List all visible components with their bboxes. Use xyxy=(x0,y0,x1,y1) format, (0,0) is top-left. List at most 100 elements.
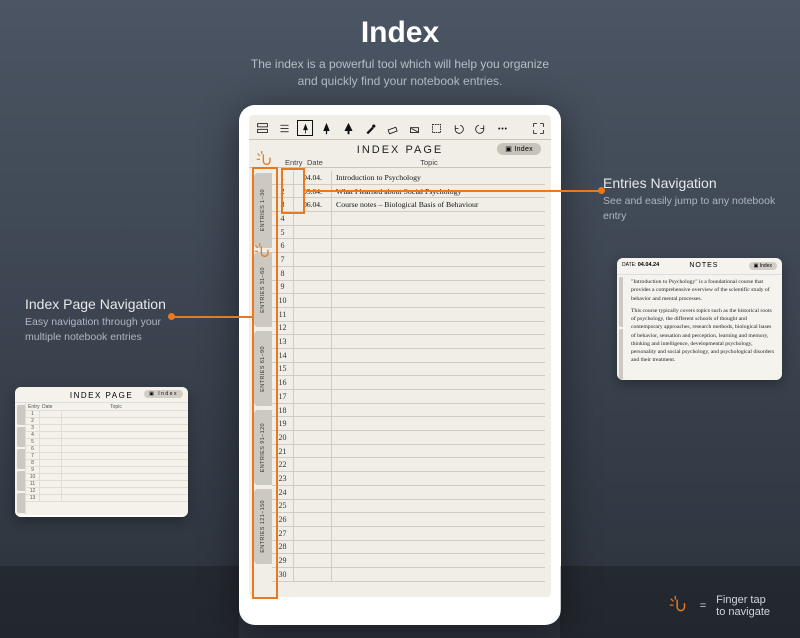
subtitle-line: The index is a powerful tool which will … xyxy=(251,57,549,71)
mini-date-label: DATE: xyxy=(622,262,636,268)
table-row[interactable]: 18 xyxy=(272,404,545,418)
table-row[interactable]: 22 xyxy=(272,458,545,472)
table-row[interactable]: 29 xyxy=(272,554,545,568)
sidebar-tab[interactable]: ENTRIES 91–120 xyxy=(254,410,272,485)
row-number: 23 xyxy=(272,472,294,485)
row-date xyxy=(294,335,332,348)
row-date xyxy=(294,390,332,403)
page-subtitle: The index is a powerful tool which will … xyxy=(0,56,800,91)
table-row: 3 xyxy=(26,425,188,432)
table-row[interactable]: 5 xyxy=(272,226,545,240)
pen-thick-icon[interactable] xyxy=(339,119,357,137)
table-row[interactable]: 9 xyxy=(272,281,545,295)
table-row: 13 xyxy=(26,495,188,502)
layers-icon[interactable] xyxy=(253,119,271,137)
table-row[interactable]: 16 xyxy=(272,376,545,390)
table-row[interactable]: 26 xyxy=(272,513,545,527)
preview-index-page: INDEX PAGE ▣ Index Entry Date Topic 1234… xyxy=(15,387,188,517)
row-number: 14 xyxy=(272,349,294,362)
row-date: 06.04. xyxy=(294,198,332,211)
row-number: 27 xyxy=(272,527,294,540)
table-row: 12 xyxy=(26,488,188,495)
mini-tabs[interactable] xyxy=(617,275,625,380)
table-row[interactable]: 24 xyxy=(272,486,545,500)
sidebar-tab[interactable]: ENTRIES 31–60 xyxy=(254,252,272,327)
row-number: 30 xyxy=(272,568,294,581)
sidebar-tab[interactable]: ENTRIES 61–90 xyxy=(254,331,272,406)
col-date: Date xyxy=(42,404,64,410)
redo-icon[interactable] xyxy=(471,119,489,137)
row-date xyxy=(294,472,332,485)
table-row[interactable]: 23 xyxy=(272,472,545,486)
table-row[interactable]: 25 xyxy=(272,500,545,514)
row-date xyxy=(294,349,332,362)
row-number: 26 xyxy=(272,513,294,526)
row-number: 2 xyxy=(272,185,294,198)
row-date xyxy=(294,513,332,526)
entry-range-tabs: ENTRIES 1–30 ENTRIES 31–60 ENTRIES 61–90 EN… xyxy=(254,171,272,597)
row-number: 3 xyxy=(272,198,294,211)
table-row[interactable]: 6 xyxy=(272,239,545,253)
table-row[interactable]: 7 xyxy=(272,253,545,267)
table-row[interactable]: 20 xyxy=(272,431,545,445)
table-row: 7 xyxy=(26,453,188,460)
table-row: 9 xyxy=(26,467,188,474)
table-row[interactable]: 15 xyxy=(272,363,545,377)
table-row: 1 xyxy=(26,411,188,418)
table-row[interactable]: 17 xyxy=(272,390,545,404)
row-number: 10 xyxy=(272,294,294,307)
row-topic: Introduction to Psychology xyxy=(332,173,545,182)
table-row[interactable]: 21 xyxy=(272,445,545,459)
grid-area: ENTRIES 1–30 ENTRIES 31–60 ENTRIES 61–90 EN… xyxy=(249,171,551,597)
table-row[interactable]: 13 xyxy=(272,335,545,349)
table-row[interactable]: 27 xyxy=(272,527,545,541)
table-row[interactable]: 14 xyxy=(272,349,545,363)
table-row[interactable]: 4 xyxy=(272,212,545,226)
table-row[interactable]: 205.04.What I learned about Social Psych… xyxy=(272,185,545,199)
sidebar-tab[interactable]: ENTRIES 1–30 xyxy=(254,173,272,248)
table-row[interactable]: 8 xyxy=(272,267,545,281)
brush-icon[interactable] xyxy=(361,119,379,137)
row-number: 28 xyxy=(272,541,294,554)
fullscreen-icon[interactable] xyxy=(529,119,547,137)
row-date: 05.04. xyxy=(294,185,332,198)
annotation-body: See and easily jump to any notebook entr… xyxy=(603,194,778,224)
more-icon[interactable] xyxy=(493,119,511,137)
tablet-device: INDEX PAGE ▣ Index Entry Date Topic ENTR… xyxy=(239,105,561,625)
list-icon[interactable] xyxy=(275,119,293,137)
pen-med-icon[interactable] xyxy=(317,119,335,137)
table-row[interactable]: 306.04.Course notes – Biological Basis o… xyxy=(272,198,545,212)
row-date xyxy=(294,458,332,471)
subtitle-line: and quickly find your notebook entries. xyxy=(298,74,503,88)
row-number: 11 xyxy=(272,308,294,321)
row-number: 20 xyxy=(272,431,294,444)
mini-index-button[interactable]: ▣ Index xyxy=(749,262,777,270)
table-row[interactable]: 19 xyxy=(272,417,545,431)
table-row[interactable]: 12 xyxy=(272,322,545,336)
table-row[interactable]: 30 xyxy=(272,568,545,582)
sidebar-tab[interactable]: ENTRIES 121–150 xyxy=(254,489,272,564)
row-date xyxy=(294,568,332,581)
eraser-icon[interactable] xyxy=(383,119,401,137)
row-date xyxy=(294,554,332,567)
mini-tabs[interactable] xyxy=(15,403,25,515)
clear-icon[interactable] xyxy=(405,119,423,137)
select-icon[interactable] xyxy=(427,119,445,137)
undo-icon[interactable] xyxy=(449,119,467,137)
table-row[interactable]: 104.04.Introduction to Psychology xyxy=(272,171,545,185)
row-number: 5 xyxy=(272,226,294,239)
index-button[interactable]: ▣ Index xyxy=(497,143,541,155)
row-number: 9 xyxy=(272,281,294,294)
pen-thin-icon[interactable] xyxy=(297,120,313,136)
row-number: 4 xyxy=(272,212,294,225)
table-row[interactable]: 10 xyxy=(272,294,545,308)
table-row: 11 xyxy=(26,481,188,488)
row-date xyxy=(294,363,332,376)
row-number: 29 xyxy=(272,554,294,567)
row-date: 04.04. xyxy=(294,171,332,184)
table-row[interactable]: 28 xyxy=(272,541,545,555)
col-topic: Topic xyxy=(347,158,551,167)
mini-index-button[interactable]: ▣ Index xyxy=(144,390,183,398)
notes-paragraph: This course typically covers topics such… xyxy=(631,307,776,365)
table-row[interactable]: 11 xyxy=(272,308,545,322)
